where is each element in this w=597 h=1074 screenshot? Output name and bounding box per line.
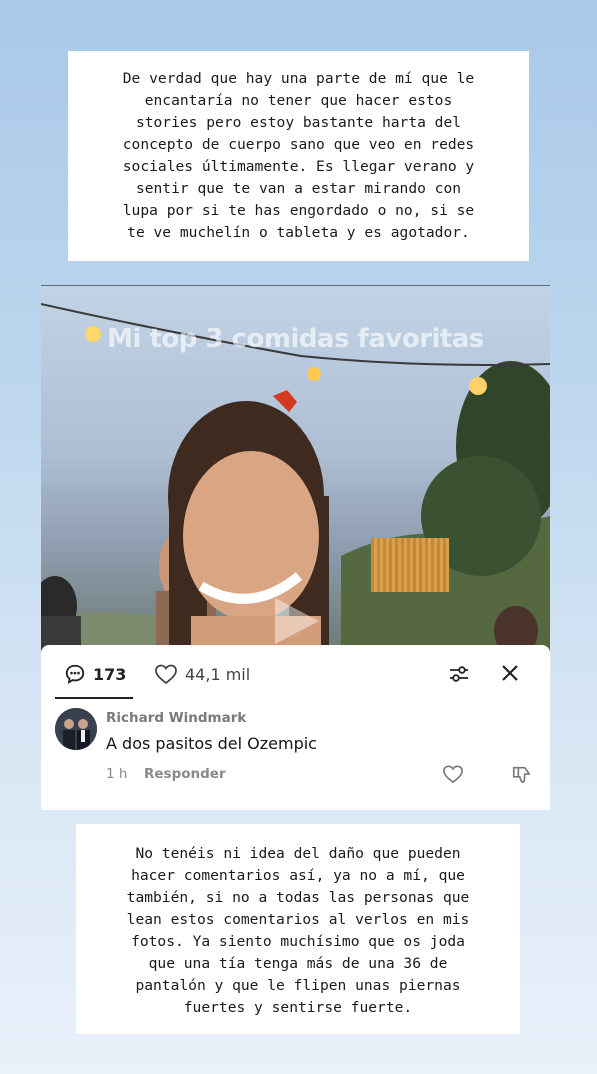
active-tab-indicator (55, 697, 133, 699)
comment-count: 173 (93, 664, 127, 684)
dislike-icon[interactable] (511, 764, 533, 786)
tab-likes[interactable]: 44,1 mil (154, 663, 250, 685)
like-count: 44,1 mil (185, 664, 251, 684)
tab-comments[interactable]: 173 (64, 663, 126, 685)
comment-author[interactable]: Richard Windmark (106, 710, 246, 726)
reply-button[interactable]: Responder (144, 766, 226, 782)
comment-bubble-icon (65, 664, 85, 685)
close-icon[interactable] (499, 662, 521, 684)
comments-panel: 173 44,1 mil Richard Windmark A dos pasi… (41, 645, 550, 810)
story-text-top: De verdad que hay una parte de mí que le… (68, 51, 529, 261)
avatar[interactable] (55, 708, 97, 750)
play-icon[interactable] (269, 594, 323, 648)
video-overlay-title: Mi top 3 comidas favoritas (107, 324, 484, 354)
avatar-photo (55, 708, 97, 750)
comment-time: 1 h (106, 766, 128, 782)
story-text-bottom: No tenéis ni idea del daño que pueden ha… (76, 824, 520, 1034)
heart-outline-icon[interactable] (442, 764, 464, 784)
filter-icon[interactable] (447, 662, 471, 686)
heart-icon (155, 664, 177, 685)
tiktok-screenshot: Mi top 3 comidas favoritas 173 44,1 mil (41, 285, 550, 810)
comment-text: A dos pasitos del Ozempic (106, 734, 317, 753)
video-frame[interactable]: Mi top 3 comidas favoritas (41, 285, 550, 656)
